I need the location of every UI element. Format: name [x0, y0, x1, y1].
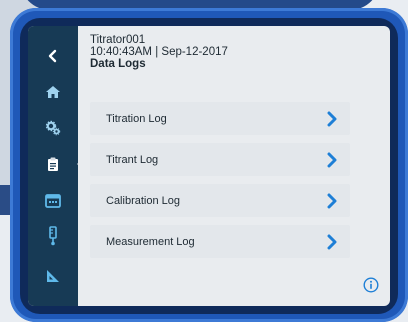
home-icon	[46, 86, 60, 98]
home-button[interactable]	[28, 76, 78, 108]
settings-gears-icon	[45, 120, 61, 136]
sidebar	[28, 26, 84, 306]
active-item-pointer	[77, 158, 84, 170]
back-chevron-icon	[48, 49, 57, 63]
list-item-titration-log[interactable]: Titration Log	[90, 102, 350, 135]
electrode-button[interactable]	[28, 220, 78, 252]
electrode-probe-icon	[49, 226, 57, 246]
list-item-label: Titration Log	[106, 112, 167, 125]
data-logs-clipboard-icon	[48, 157, 58, 171]
device-name: Titrator001	[90, 34, 146, 46]
list-item-measurement-log[interactable]: Measurement Log	[90, 225, 350, 258]
screen-header: Titrator001 10:40:43AM | Sep-12-2017 Dat…	[90, 34, 370, 70]
list-item-calibration-log[interactable]: Calibration Log	[90, 184, 350, 217]
info-icon	[363, 277, 379, 293]
page-title: Data Logs	[90, 58, 146, 70]
data-logs-button[interactable]	[28, 148, 84, 180]
calendar-button[interactable]	[28, 184, 78, 216]
chevron-right-icon	[324, 110, 340, 128]
list-item-label: Measurement Log	[106, 235, 195, 248]
info-button[interactable]	[362, 276, 380, 294]
titrator-device: Titrator001 10:40:43AM | Sep-12-2017 Dat…	[10, 8, 408, 322]
list-item-label: Titrant Log	[106, 153, 159, 166]
list-item-label: Calibration Log	[106, 194, 180, 207]
triangle-ruler-icon	[47, 270, 59, 282]
list-item-titrant-log[interactable]: Titrant Log	[90, 143, 350, 176]
touch-screen: Titrator001 10:40:43AM | Sep-12-2017 Dat…	[28, 26, 390, 306]
settings-button[interactable]	[28, 112, 78, 144]
back-button[interactable]	[28, 40, 78, 72]
timestamp: 10:40:43AM | Sep-12-2017	[90, 46, 228, 58]
ruler-button[interactable]	[28, 260, 78, 292]
chevron-right-icon	[324, 192, 340, 210]
device-bezel: Titrator001 10:40:43AM | Sep-12-2017 Dat…	[20, 18, 398, 314]
calendar-icon	[45, 193, 61, 208]
chevron-right-icon	[324, 151, 340, 169]
chevron-right-icon	[324, 233, 340, 251]
